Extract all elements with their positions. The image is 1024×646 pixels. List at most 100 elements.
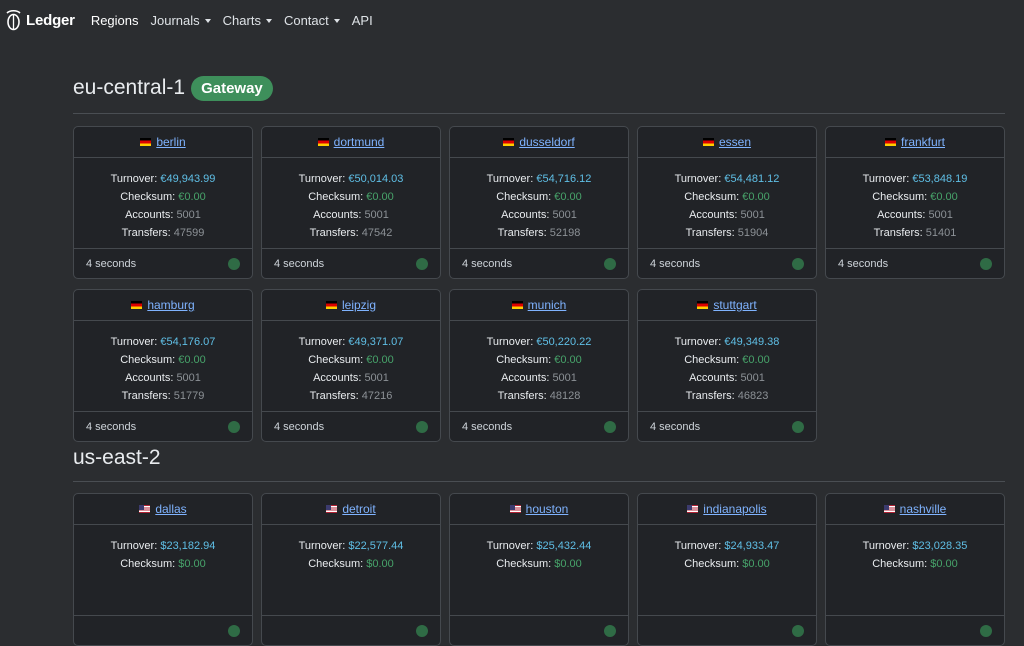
checksum-row: Checksum: €0.00 (638, 188, 816, 206)
nav-api[interactable]: API (352, 13, 373, 28)
card-header: frankfurt (826, 127, 1004, 158)
flag-icon (326, 505, 338, 513)
card-header: hamburg (74, 290, 252, 321)
checksum-value: €0.00 (366, 354, 394, 366)
checksum-row: Checksum: €0.00 (826, 188, 1004, 206)
nav-charts[interactable]: Charts (223, 13, 272, 28)
turnover-row: Turnover: €49,943.99 (74, 170, 252, 188)
card-footer (262, 615, 440, 645)
last-updated-text: 4 seconds (462, 420, 513, 433)
card-header: dusseldorf (450, 127, 628, 158)
turnover-label: Turnover: (674, 173, 725, 185)
city-link[interactable]: dortmund (334, 135, 385, 149)
region-card-leipzig: leipzig Turnover: €49,371.07 Checksum: €… (261, 289, 441, 442)
checksum-label: Checksum: (496, 558, 555, 570)
checksum-row: Checksum: €0.00 (450, 188, 628, 206)
city-link[interactable]: indianapolis (703, 502, 766, 516)
transfers-row: Transfers: 51401 (826, 224, 1004, 242)
checksum-row: Checksum: €0.00 (74, 188, 252, 206)
accounts-value: 5001 (364, 209, 389, 221)
flag-icon (139, 505, 151, 513)
region-card-dortmund: dortmund Turnover: €50,014.03 Checksum: … (261, 126, 441, 279)
card-header: leipzig (262, 290, 440, 321)
flag-icon (511, 301, 523, 309)
city-link[interactable]: dallas (155, 502, 186, 516)
turnover-value: $23,182.94 (160, 540, 216, 552)
turnover-label: Turnover: (862, 173, 913, 185)
accounts-row: Accounts: 5001 (262, 206, 440, 224)
card-footer: 4 seconds (74, 411, 252, 441)
turnover-row: Turnover: $23,028.35 (826, 537, 1004, 555)
city-link[interactable]: houston (526, 502, 569, 516)
transfers-label: Transfers: (121, 390, 174, 402)
nav-journals[interactable]: Journals (151, 13, 211, 28)
turnover-row: Turnover: €50,014.03 (262, 170, 440, 188)
transfers-row: Transfers: 51904 (638, 224, 816, 242)
city-link[interactable]: essen (719, 135, 751, 149)
city-link[interactable]: munich (528, 298, 567, 312)
turnover-value: €54,716.12 (536, 173, 592, 185)
region-card-indianapolis: indianapolis Turnover: $24,933.47 Checks… (637, 493, 817, 646)
turnover-value: €54,481.12 (724, 173, 780, 185)
flag-canton (687, 505, 693, 510)
checksum-value: $0.00 (742, 558, 770, 570)
flag-icon (503, 138, 515, 146)
turnover-value: €54,176.07 (160, 336, 216, 348)
nav-contact[interactable]: Contact (284, 13, 340, 28)
city-link[interactable]: dusseldorf (519, 135, 574, 149)
checksum-label: Checksum: (120, 558, 179, 570)
turnover-row: Turnover: €50,220.22 (450, 333, 628, 351)
status-dot-icon (604, 624, 616, 637)
transfers-value: 47216 (361, 390, 393, 402)
status-dot-icon (228, 420, 240, 433)
brand-name: Ledger (26, 11, 75, 29)
card-footer: 4 seconds (638, 411, 816, 441)
accounts-value: 5001 (552, 372, 577, 384)
transfers-value: 51779 (173, 390, 205, 402)
accounts-value: 5001 (364, 372, 389, 384)
nav-regions[interactable]: Regions (91, 13, 139, 28)
transfers-row: Transfers: 47216 (262, 387, 440, 405)
accounts-row: Accounts: 5001 (638, 206, 816, 224)
turnover-value: €49,349.38 (724, 336, 780, 348)
checksum-row: Checksum: €0.00 (262, 188, 440, 206)
city-link[interactable]: detroit (342, 502, 375, 516)
flag-icon (131, 301, 143, 309)
region-heading-eu-central-1: eu-central-1 Gateway (73, 73, 273, 103)
transfers-label: Transfers: (685, 227, 738, 239)
card-footer: 4 seconds (638, 248, 816, 278)
nav-journals-label: Journals (150, 12, 200, 28)
turnover-row: Turnover: €53,848.19 (826, 170, 1004, 188)
card-footer: 4 seconds (450, 411, 628, 441)
checksum-label: Checksum: (308, 354, 367, 366)
region-heading-us-east-2: us-east-2 (73, 443, 161, 473)
transfers-value: 48128 (549, 390, 581, 402)
transfers-row: Transfers: 46823 (638, 387, 816, 405)
transfers-value: 52198 (549, 227, 581, 239)
card-header: detroit (262, 494, 440, 525)
region-card-essen: essen Turnover: €54,481.12 Checksum: €0.… (637, 126, 817, 279)
city-link[interactable]: stuttgart (713, 298, 756, 312)
checksum-label: Checksum: (120, 191, 179, 203)
city-link[interactable]: berlin (156, 135, 185, 149)
brand-link[interactable]: Ledger (4, 9, 75, 31)
city-link[interactable]: frankfurt (901, 135, 945, 149)
region-name: eu-central-1 (73, 76, 186, 99)
checksum-value: $0.00 (366, 558, 394, 570)
last-updated-text: 4 seconds (274, 420, 325, 433)
flag-icon (325, 301, 337, 309)
flag-canton (139, 505, 145, 510)
turnover-label: Turnover: (110, 173, 161, 185)
accounts-value: 5001 (552, 209, 577, 221)
status-dot-icon (792, 420, 804, 433)
last-updated-text: 4 seconds (650, 257, 701, 270)
card-body: Turnover: $23,028.35 Checksum: $0.00 (826, 525, 1004, 573)
turnover-value: $23,028.35 (912, 540, 968, 552)
region-card-munich: munich Turnover: €50,220.22 Checksum: €0… (449, 289, 629, 442)
card-body: Turnover: $24,933.47 Checksum: $0.00 (638, 525, 816, 573)
city-link[interactable]: nashville (900, 502, 947, 516)
card-header: stuttgart (638, 290, 816, 321)
city-link[interactable]: leipzig (342, 298, 376, 312)
turnover-row: Turnover: €54,176.07 (74, 333, 252, 351)
city-link[interactable]: hamburg (147, 298, 194, 312)
